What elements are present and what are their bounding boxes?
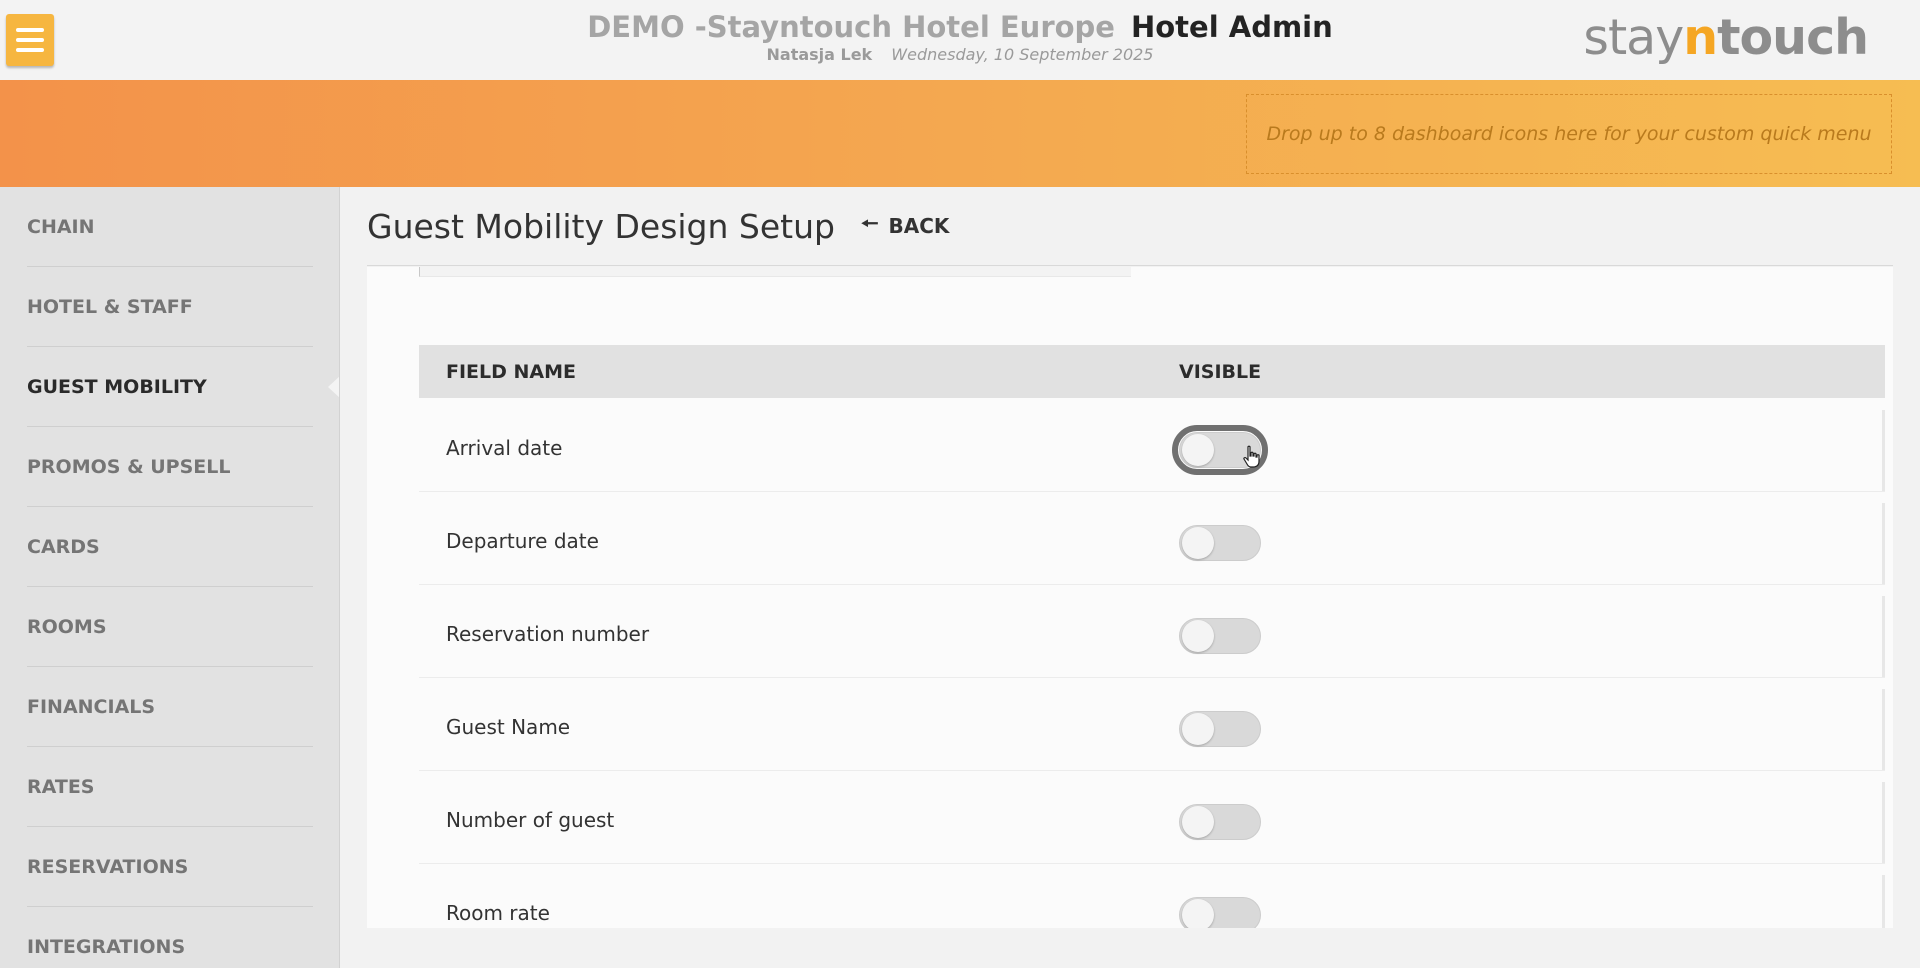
app-name: Hotel Admin xyxy=(1130,10,1333,44)
sidebar-item-integrations[interactable]: INTEGRATIONS xyxy=(27,907,313,968)
table-row: Number of guest xyxy=(419,782,1885,863)
back-button[interactable]: 🠔 BACK xyxy=(861,209,949,243)
hamburger-menu-button[interactable] xyxy=(6,14,54,66)
table-row: Arrival date xyxy=(419,410,1885,491)
toggle-knob xyxy=(1182,620,1214,652)
sidebar-item-reservations[interactable]: RESERVATIONS xyxy=(27,827,313,907)
toggle-knob xyxy=(1182,434,1214,466)
sidebar-item-cards[interactable]: CARDS xyxy=(27,507,313,587)
table-header: FIELD NAME VISIBLE xyxy=(419,345,1885,398)
sidebar-item-promos-upsell[interactable]: PROMOS & UPSELL xyxy=(27,427,313,507)
hamburger-icon xyxy=(16,28,44,32)
top-bar: DEMO -Stayntouch Hotel Europe Hotel Admin… xyxy=(0,0,1920,80)
hand-pointer-icon xyxy=(1243,445,1260,468)
table-row: Room rate xyxy=(419,875,1885,928)
current-date: Wednesday, 10 September 2025 xyxy=(891,45,1154,64)
quick-menu-banner: Drop up to 8 dashboard icons here for yo… xyxy=(0,80,1920,187)
main-panel: Guest Mobility Design Setup 🠔 BACK FIELD… xyxy=(341,187,1920,968)
toggle-knob xyxy=(1182,806,1214,838)
sidebar-item-financials[interactable]: FINANCIALS xyxy=(27,667,313,747)
field-label: Reservation number xyxy=(446,622,650,646)
page-header: Guest Mobility Design Setup 🠔 BACK xyxy=(367,187,1893,266)
arrow-left-icon: 🠔 xyxy=(860,211,879,235)
field-label: Guest Name xyxy=(446,715,571,739)
table-row: Reservation number xyxy=(419,596,1885,677)
visible-toggle-departure-date[interactable] xyxy=(1179,525,1261,561)
page-title: Guest Mobility Design Setup xyxy=(367,206,835,246)
back-label: BACK xyxy=(888,214,950,238)
previous-field-edge xyxy=(419,267,1131,277)
field-label: Number of guest xyxy=(446,808,615,832)
title-block: DEMO -Stayntouch Hotel Europe Hotel Admin… xyxy=(560,8,1360,64)
sidebar-item-rooms[interactable]: ROOMS xyxy=(27,587,313,667)
content-card: FIELD NAME VISIBLE Arrival date Departur… xyxy=(367,267,1893,928)
visible-toggle-reservation-number[interactable] xyxy=(1179,618,1261,654)
toggle-knob xyxy=(1182,713,1214,745)
sidebar-item-guest-mobility[interactable]: GUEST MOBILITY xyxy=(27,347,339,427)
visible-toggle-room-rate[interactable] xyxy=(1179,897,1261,928)
quick-menu-dropzone[interactable]: Drop up to 8 dashboard icons here for yo… xyxy=(1246,94,1892,174)
toggle-knob xyxy=(1182,899,1214,928)
table-row: Departure date xyxy=(419,503,1885,584)
field-label: Arrival date xyxy=(446,436,563,460)
sidebar-item-chain[interactable]: CHAIN xyxy=(27,187,313,267)
field-label: Departure date xyxy=(446,529,599,553)
visible-toggle-arrival-date[interactable] xyxy=(1172,425,1268,475)
visible-toggle-number-of-guest[interactable] xyxy=(1179,804,1261,840)
column-header-visible: VISIBLE xyxy=(1179,361,1262,383)
sidebar-item-rates[interactable]: RATES xyxy=(27,747,313,827)
sidebar: CHAIN HOTEL & STAFF GUEST MOBILITY PROMO… xyxy=(0,187,340,968)
column-header-field-name: FIELD NAME xyxy=(446,361,577,383)
field-list: Arrival date Departure date Reservation … xyxy=(419,410,1885,928)
field-label: Room rate xyxy=(446,901,550,925)
visible-toggle-guest-name[interactable] xyxy=(1179,711,1261,747)
toggle-knob xyxy=(1182,527,1214,559)
user-name: Natasja Lek xyxy=(766,45,873,64)
hotel-name: DEMO -Stayntouch Hotel Europe xyxy=(587,10,1115,44)
sidebar-item-hotel-staff[interactable]: HOTEL & STAFF xyxy=(27,267,313,347)
stayntouch-logo: stayntouch xyxy=(1583,9,1869,66)
table-row: Guest Name xyxy=(419,689,1885,770)
